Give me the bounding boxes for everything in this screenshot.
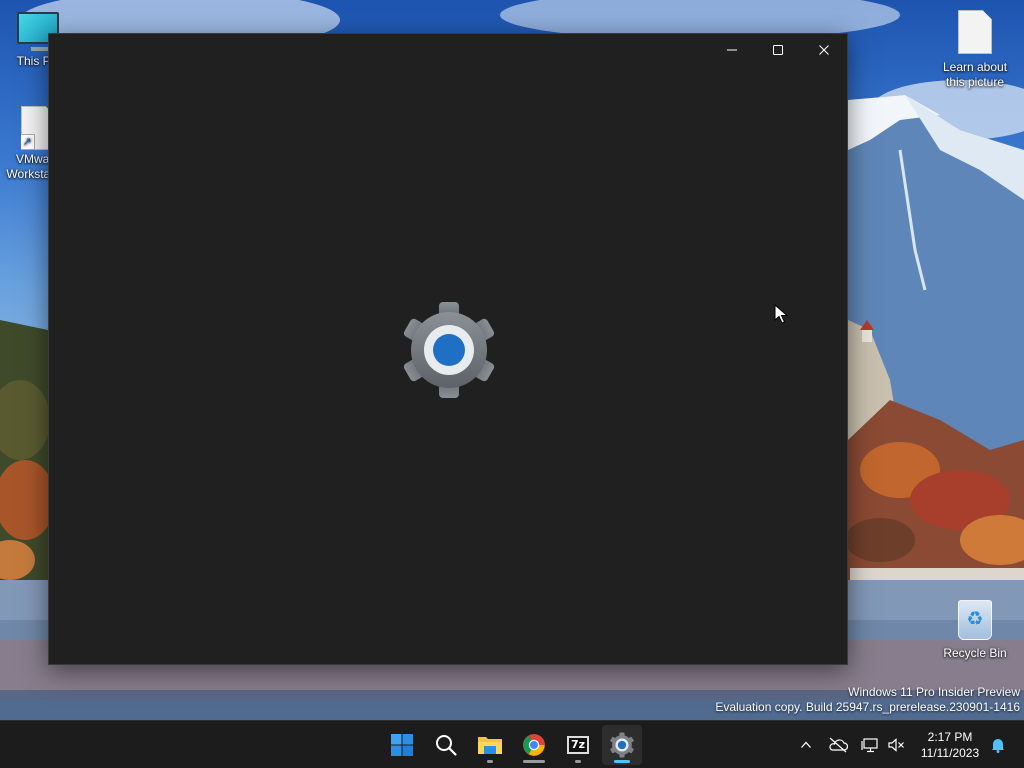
running-indicator xyxy=(575,760,581,763)
minimize-icon xyxy=(727,49,737,51)
file-explorer-icon xyxy=(478,737,502,754)
tray-volume[interactable] xyxy=(884,733,908,757)
settings-gear-icon xyxy=(403,302,495,398)
settings-window[interactable] xyxy=(48,33,848,665)
desktop-icon-recycle-bin[interactable]: ♻ Recycle Bin xyxy=(937,600,1013,661)
taskbar-file-explorer[interactable] xyxy=(470,725,510,765)
taskbar-search-button[interactable] xyxy=(426,725,466,765)
tray-notifications[interactable] xyxy=(986,733,1010,757)
notification-bell-icon xyxy=(991,739,1005,753)
tray-onedrive[interactable] xyxy=(826,733,850,757)
running-indicator xyxy=(487,760,493,763)
taskbar-chrome[interactable] xyxy=(514,725,554,765)
maximize-icon xyxy=(773,45,783,55)
maximize-button[interactable] xyxy=(755,34,801,66)
tray-overflow-button[interactable] xyxy=(794,733,818,757)
desktop-icon-learn-about-picture[interactable]: Learn about this picture xyxy=(937,10,1013,90)
taskbar-clock[interactable]: 2:17 PM 11/11/2023 xyxy=(914,729,986,761)
tray-network[interactable] xyxy=(858,733,882,757)
taskbar-7zip[interactable]: 7z xyxy=(558,725,598,765)
active-indicator xyxy=(614,760,630,763)
desktop-icon-label: Recycle Bin xyxy=(943,646,1007,660)
close-icon xyxy=(819,45,829,55)
network-icon xyxy=(861,738,878,753)
watermark-edition: Windows 11 Pro Insider Preview xyxy=(848,685,1020,699)
document-icon xyxy=(958,10,992,54)
chevron-up-icon xyxy=(801,741,811,748)
desktop-icon-label: Learn about this picture xyxy=(942,60,1008,89)
search-icon xyxy=(436,735,457,756)
recycle-bin-icon: ♻ xyxy=(958,600,992,640)
windows-start-icon xyxy=(391,734,413,756)
clock-date: 11/11/2023 xyxy=(920,746,980,760)
taskbar-start-button[interactable] xyxy=(382,725,422,765)
onedrive-offline-icon xyxy=(829,737,848,753)
window-titlebar[interactable] xyxy=(49,34,847,66)
chrome-icon xyxy=(523,734,545,756)
mouse-cursor-icon xyxy=(774,304,788,324)
volume-muted-icon xyxy=(888,738,904,752)
taskbar-settings[interactable] xyxy=(602,725,642,765)
minimize-button[interactable] xyxy=(709,34,755,66)
close-button[interactable] xyxy=(801,34,847,66)
running-indicator xyxy=(523,760,545,763)
watermark-build: Evaluation copy. Build 25947.rs_prerelea… xyxy=(715,700,1020,714)
settings-gear-icon xyxy=(610,732,634,758)
windows-watermark: Windows 11 Pro Insider Preview Evaluatio… xyxy=(715,685,1020,715)
taskbar: 7z 2:17 PM 11/11/2023 xyxy=(0,720,1024,768)
clock-time: 2:17 PM xyxy=(927,730,973,744)
7zip-icon: 7z xyxy=(567,736,589,754)
